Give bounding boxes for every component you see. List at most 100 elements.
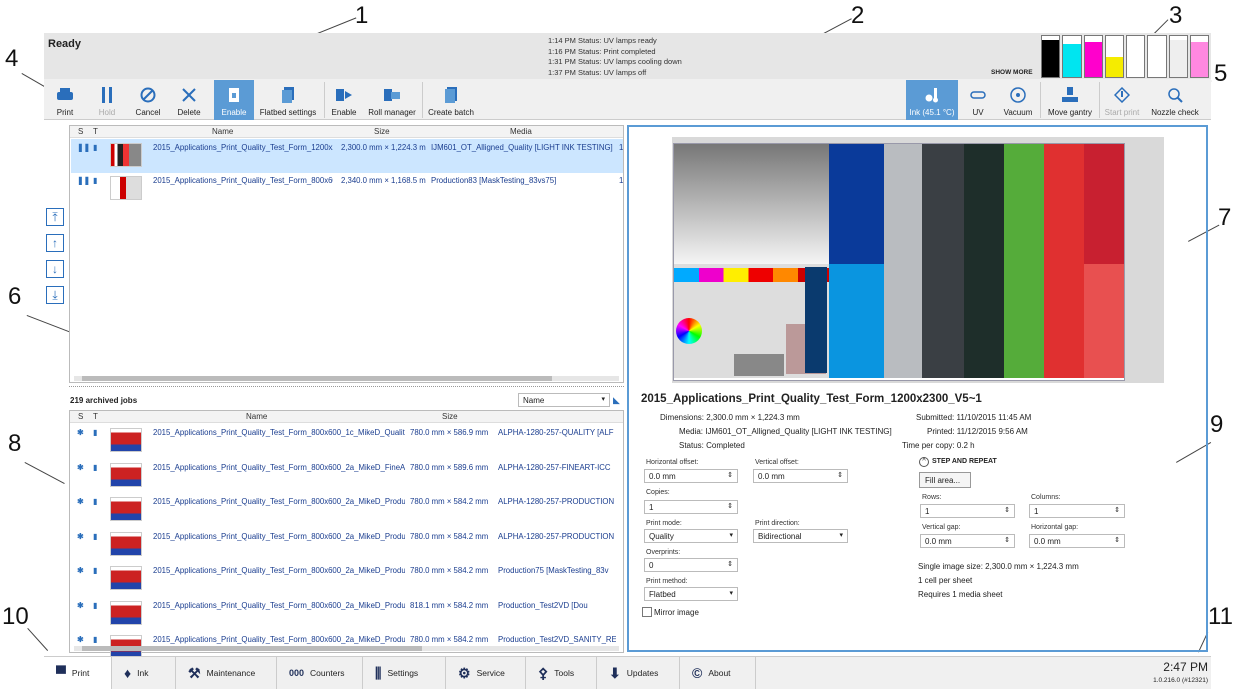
- overprints-input[interactable]: 0 ⇕: [644, 558, 738, 572]
- stepper-icon: ⇕: [1114, 537, 1120, 544]
- tab-updates[interactable]: ⬇ Updates: [597, 657, 680, 689]
- gear-icon: ⚙: [458, 664, 471, 681]
- table-row[interactable]: ✱ ▮ 2015_Applications_Print_Quality_Test_F…: [71, 493, 623, 527]
- col-size[interactable]: Size: [442, 412, 458, 421]
- col-t[interactable]: T: [93, 127, 98, 136]
- hgap-input[interactable]: 0.0 mm ⇕: [1029, 534, 1125, 548]
- vgap-input[interactable]: 0.0 mm ⇕: [920, 534, 1015, 548]
- move-gantry-button[interactable]: Move gantry: [1044, 80, 1096, 120]
- start-print-label: Start print: [1104, 108, 1140, 117]
- gantry-icon: [1060, 85, 1080, 105]
- toolbar-divider: [1040, 82, 1041, 118]
- roll-manager-button[interactable]: Roll manager: [366, 80, 418, 120]
- archive-hscrollbar[interactable]: [74, 646, 619, 651]
- job-media: Production_Test2VD [Dou: [498, 600, 588, 610]
- col-t[interactable]: T: [93, 412, 98, 421]
- job-size: 780.0 mm × 584.2 mm: [410, 566, 489, 575]
- hold-button[interactable]: Hold: [92, 80, 122, 120]
- ink-levels[interactable]: [1041, 35, 1209, 78]
- col-s[interactable]: S: [78, 412, 83, 421]
- archive-header: S T Name Size: [70, 411, 623, 423]
- job-name: 2015_Applications_Print_Quality_Test_For…: [153, 462, 405, 472]
- create-batch-button[interactable]: Create batch: [426, 80, 476, 120]
- rows-label: Rows:: [922, 494, 942, 501]
- ink-bar: [1104, 35, 1124, 78]
- h-offset-input[interactable]: 0.0 mm ⇕: [644, 469, 738, 483]
- enable-roll-button[interactable]: Enable: [328, 80, 360, 120]
- job-thumbnail: [110, 600, 142, 625]
- col-size[interactable]: Size: [374, 127, 390, 136]
- copies-input[interactable]: 1 ⇕: [644, 500, 738, 514]
- collapse-icon[interactable]: ^: [919, 457, 929, 467]
- sort-direction-icon[interactable]: ◣: [613, 395, 620, 406]
- ink-bar: [1062, 35, 1082, 78]
- ink-bar: [1147, 35, 1167, 78]
- sort-value: Name: [523, 396, 545, 405]
- delete-button[interactable]: Delete: [174, 80, 204, 120]
- table-row[interactable]: ✱ ▮ 2015_Applications_Print_Quality_Test_F…: [71, 459, 623, 493]
- uv-button[interactable]: UV: [962, 80, 994, 120]
- table-row[interactable]: ✱ ▮ 2015_Applications_Print_Quality_Test_F…: [71, 424, 623, 458]
- col-name[interactable]: Name: [212, 127, 233, 136]
- enable-roll-label: Enable: [331, 108, 357, 117]
- job-name: 2015_Applications_Print_Quality_Test_For…: [153, 531, 405, 541]
- tab-service[interactable]: ⚙ Service: [446, 657, 526, 689]
- rows-input[interactable]: 1 ⇕: [920, 504, 1015, 518]
- uv-label: UV: [972, 108, 984, 117]
- callout-9: 9: [1210, 411, 1224, 438]
- col-s[interactable]: S: [78, 127, 83, 136]
- queue-hscrollbar[interactable]: [74, 376, 619, 381]
- star-icon: ✱: [77, 635, 84, 644]
- print-button[interactable]: Print: [50, 80, 80, 120]
- table-row[interactable]: ✱ ▮ 2015_Applications_Print_Quality_Test_F…: [71, 528, 623, 562]
- batch-icon: [441, 85, 461, 105]
- job-thumbnail: [110, 176, 142, 200]
- fill-area-button[interactable]: Fill area...: [919, 472, 971, 488]
- print-method-select[interactable]: Flatbed ▾: [644, 587, 738, 601]
- tab-settings[interactable]: ⫼ Settings: [363, 657, 446, 689]
- tab-label: About: [708, 668, 731, 678]
- mirror-checkbox[interactable]: [642, 607, 652, 617]
- archive-sort-select[interactable]: Name ▾: [518, 393, 610, 407]
- move-bottom-button[interactable]: ⤓: [46, 286, 64, 304]
- col-media[interactable]: Media: [510, 127, 532, 136]
- job-preview-image: [672, 137, 1164, 383]
- columns-input[interactable]: 1 ⇕: [1029, 504, 1125, 518]
- tab-maintenance[interactable]: ⚒ Maintenance: [176, 657, 277, 689]
- print-direction-select[interactable]: Bidirectional ▾: [753, 529, 848, 543]
- callout-2: 2: [851, 2, 865, 29]
- vacuum-button[interactable]: Vacuum: [1000, 80, 1036, 120]
- roll-icon: [382, 85, 402, 105]
- start-print-button[interactable]: Start print: [1102, 80, 1142, 120]
- chevron-down-icon: ▾: [601, 396, 605, 403]
- tab-ink[interactable]: ♦ Ink: [112, 657, 176, 689]
- move-top-button[interactable]: ⤒: [46, 208, 64, 226]
- col-name[interactable]: Name: [246, 412, 267, 421]
- tab-print[interactable]: ▀ Print: [44, 657, 112, 689]
- ink-level-fill: [1042, 40, 1060, 77]
- tab-tools[interactable]: ⚴ Tools: [526, 657, 597, 689]
- move-down-button[interactable]: ↓: [46, 260, 64, 278]
- table-row[interactable]: ✱ ▮ 2015_Applications_Print_Quality_Test_F…: [71, 597, 623, 631]
- v-offset-input[interactable]: 0.0 mm ⇕: [753, 469, 848, 483]
- table-row[interactable]: ✱ ▮ 2015_Applications_Print_Quality_Test_F…: [71, 562, 623, 596]
- flatbed-settings-button[interactable]: Flatbed settings: [256, 80, 320, 120]
- print-mode-select[interactable]: Quality ▾: [644, 529, 738, 543]
- enable-button[interactable]: Enable: [214, 80, 254, 120]
- print-mode-label: Print mode:: [646, 520, 682, 527]
- tab-label: Counters: [310, 668, 345, 678]
- job-size: 780.0 mm × 584.2 mm: [410, 497, 489, 506]
- chevron-down-icon: ▾: [839, 532, 843, 539]
- table-row[interactable]: ❚❚ ▮ 2015_Applications_Print_Quality_Tes…: [71, 172, 623, 206]
- move-up-button[interactable]: ↑: [46, 234, 64, 252]
- splitter[interactable]: [69, 386, 624, 388]
- tab-about[interactable]: © About: [680, 657, 756, 689]
- table-row[interactable]: ❚❚ ▮ 2015_Applications_Print_Quality_Tes…: [71, 139, 623, 173]
- ink-button[interactable]: Ink (45.1 °C): [906, 80, 958, 120]
- show-more-link[interactable]: SHOW MORE: [991, 69, 1033, 76]
- tab-counters[interactable]: 000 Counters: [277, 657, 363, 689]
- nozzle-check-button[interactable]: Nozzle check: [1148, 80, 1202, 120]
- cancel-button[interactable]: Cancel: [133, 80, 163, 120]
- job-thumbnail: [110, 428, 142, 452]
- h-offset-value: 0.0 mm: [649, 472, 676, 481]
